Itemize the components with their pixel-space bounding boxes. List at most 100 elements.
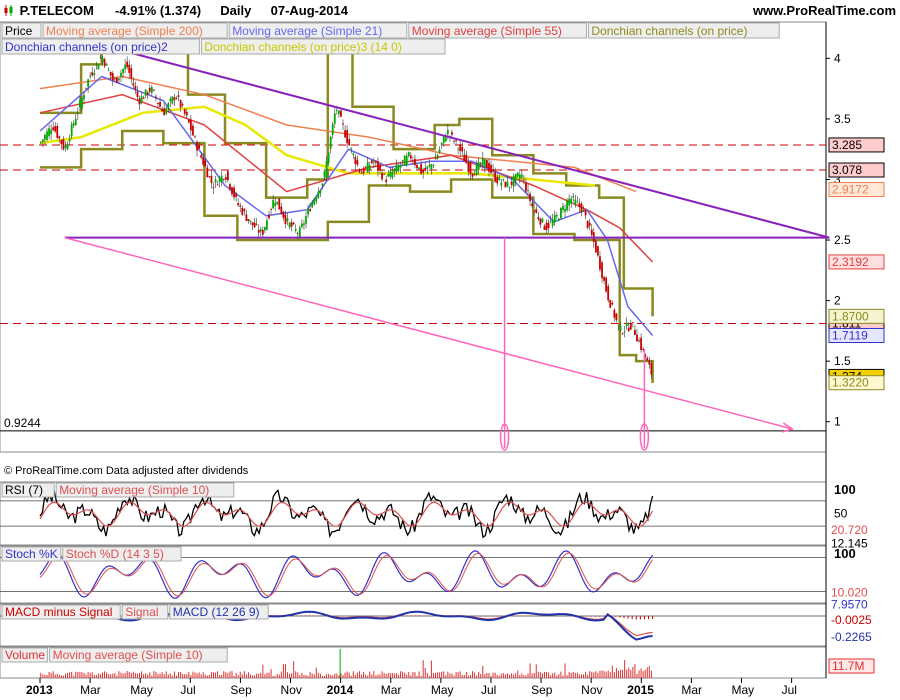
candle-body: [461, 147, 464, 152]
candle-body: [375, 160, 377, 163]
candle-body: [175, 97, 178, 99]
candle-body: [434, 158, 437, 160]
candle-body: [309, 208, 312, 212]
price-y-tick-label: 1: [834, 415, 841, 429]
candle-body: [586, 220, 589, 229]
value-tag-label: 2.9172: [832, 182, 869, 196]
candle-body: [173, 97, 176, 101]
candle-body: [296, 233, 299, 234]
candle-body: [50, 129, 53, 135]
candle-body: [41, 139, 44, 142]
sub-legend-label: RSI (7): [5, 483, 43, 497]
candle-body: [72, 123, 75, 126]
rsi-value-tag: 20.720: [831, 523, 868, 537]
candle-body: [446, 129, 449, 135]
chart-date: 07-Aug-2014: [270, 3, 348, 18]
candle-body: [570, 198, 573, 204]
candle-body: [280, 206, 283, 215]
support-level-label: 0.9244: [4, 416, 41, 430]
x-tick-label: Jul: [481, 683, 496, 697]
candle-body: [249, 220, 252, 222]
x-tick-label: Nov: [581, 683, 602, 697]
candle-body: [329, 136, 332, 149]
candle-body: [395, 164, 398, 172]
site-url[interactable]: www.ProRealTime.com: [753, 3, 896, 18]
candle-body: [218, 177, 221, 182]
sub-legend-label: MACD minus Signal: [5, 605, 112, 619]
legend-label: Moving average (Simple 55): [412, 24, 562, 38]
candle-body: [54, 126, 57, 132]
candle-body: [163, 108, 166, 116]
candle-body: [578, 203, 581, 207]
candle-body: [46, 131, 48, 140]
candle-body: [142, 97, 145, 99]
candle-body: [547, 222, 550, 228]
candle-body: [212, 187, 215, 189]
value-tag-label: 1.7119: [832, 328, 868, 342]
candle-body: [208, 176, 211, 178]
candle-body: [627, 327, 630, 332]
candle-body: [130, 68, 133, 79]
candle-body: [545, 222, 548, 231]
candle-body: [206, 167, 209, 178]
candle-body: [233, 187, 235, 198]
candle-body: [529, 193, 531, 201]
candle-body: [494, 172, 497, 182]
candle-body: [617, 325, 620, 326]
candle-body: [459, 144, 462, 152]
candle-body: [101, 57, 104, 63]
candle-body: [274, 202, 277, 206]
candle-body: [543, 226, 546, 230]
candle-body: [638, 340, 640, 342]
sub-legend-label: Moving average (Simple 10): [59, 483, 209, 497]
candle-body: [403, 155, 406, 166]
legend-label: Price: [5, 24, 33, 38]
candle-body: [294, 229, 297, 231]
x-tick-label: Mar: [381, 683, 402, 697]
candle-body: [272, 199, 275, 209]
candle-body: [239, 205, 242, 207]
candle-body: [594, 241, 597, 253]
candle-body: [518, 174, 521, 179]
candle-body: [465, 154, 468, 164]
candle-body: [220, 175, 223, 183]
candle-body: [467, 162, 470, 172]
candle-body: [387, 174, 390, 177]
candle-body: [490, 164, 492, 174]
candle-body: [97, 64, 100, 70]
candle-body: [323, 171, 326, 178]
candle-body: [107, 69, 110, 71]
candle-body: [512, 176, 515, 187]
x-tick-label: 2014: [327, 683, 354, 697]
price-change: -4.91% (1.374): [115, 3, 202, 18]
level-tag-label: 3.285: [832, 138, 862, 152]
candle-body: [438, 149, 441, 153]
value-tag-label: 1.8700: [832, 309, 869, 323]
candle-body: [337, 110, 340, 115]
x-tick-label: 2013: [26, 683, 53, 697]
candle-body: [576, 201, 579, 203]
candle-body: [537, 217, 540, 220]
candlestick-icon: [4, 4, 13, 16]
candle-body: [572, 195, 575, 198]
candle-body: [202, 157, 205, 165]
candle-body: [412, 160, 414, 162]
candle-body: [475, 164, 478, 175]
candle-body: [52, 127, 55, 131]
candle-body: [136, 91, 139, 98]
candle-body: [631, 321, 634, 323]
candle-body: [243, 209, 246, 212]
candle-body: [255, 223, 258, 225]
rsi-tick-100: 100: [834, 482, 856, 497]
candle-body: [140, 96, 143, 104]
candle-body: [623, 331, 626, 333]
candle-body: [222, 179, 225, 180]
sub-legend-label: MACD (12 26 9): [173, 605, 260, 619]
candle-body: [481, 157, 484, 166]
candle-body: [590, 229, 593, 235]
candle-body: [231, 187, 233, 195]
candle-body: [432, 165, 435, 166]
candle-body: [224, 176, 227, 180]
candle-body: [259, 229, 262, 232]
candle-body: [196, 141, 198, 151]
